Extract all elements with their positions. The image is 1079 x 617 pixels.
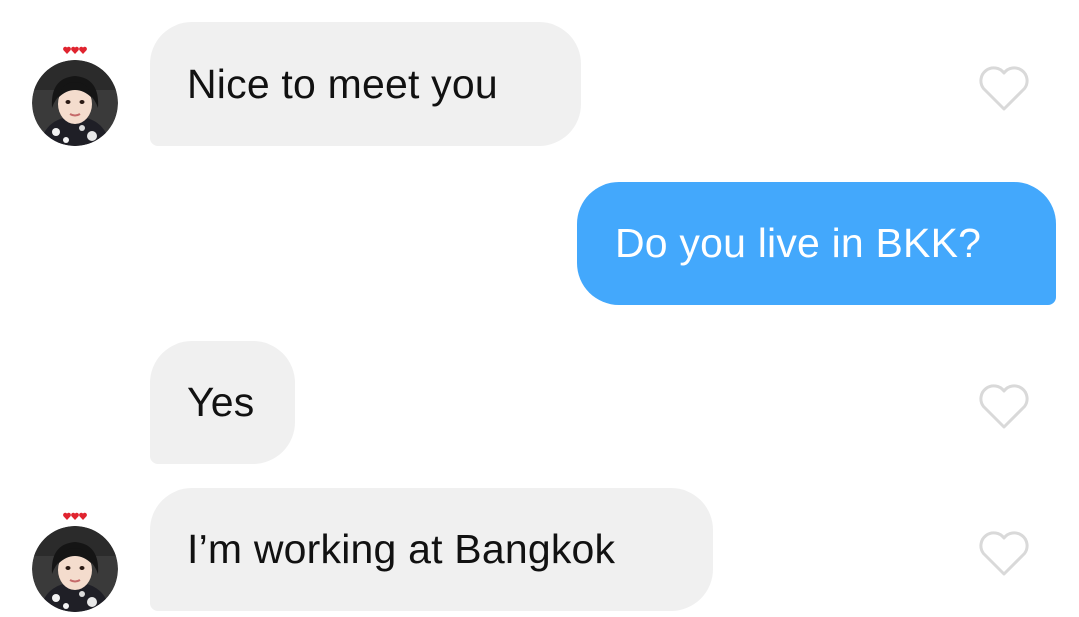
avatar[interactable] xyxy=(32,60,118,146)
heart-outline-icon[interactable] xyxy=(976,380,1032,432)
incoming-message-bubble[interactable]: Nice to meet you xyxy=(150,22,581,146)
message-thread: Nice to meet you Do you live in BKK? Yes xyxy=(0,0,1079,617)
heart-outline-icon[interactable] xyxy=(976,527,1032,579)
incoming-message-bubble[interactable]: I’m working at Bangkok xyxy=(150,488,713,611)
incoming-message-bubble[interactable]: Yes xyxy=(150,341,295,464)
message-text: I’m working at Bangkok xyxy=(187,526,616,572)
message-text: Do you live in BKK? xyxy=(615,220,982,266)
message-text: Yes xyxy=(187,379,255,425)
three-hearts-icon xyxy=(63,42,87,54)
outgoing-message-bubble[interactable]: Do you live in BKK? xyxy=(577,182,1056,305)
message-text: Nice to meet you xyxy=(187,60,498,107)
avatar[interactable] xyxy=(32,526,118,612)
heart-outline-icon[interactable] xyxy=(976,62,1032,114)
three-hearts-icon xyxy=(63,508,87,520)
